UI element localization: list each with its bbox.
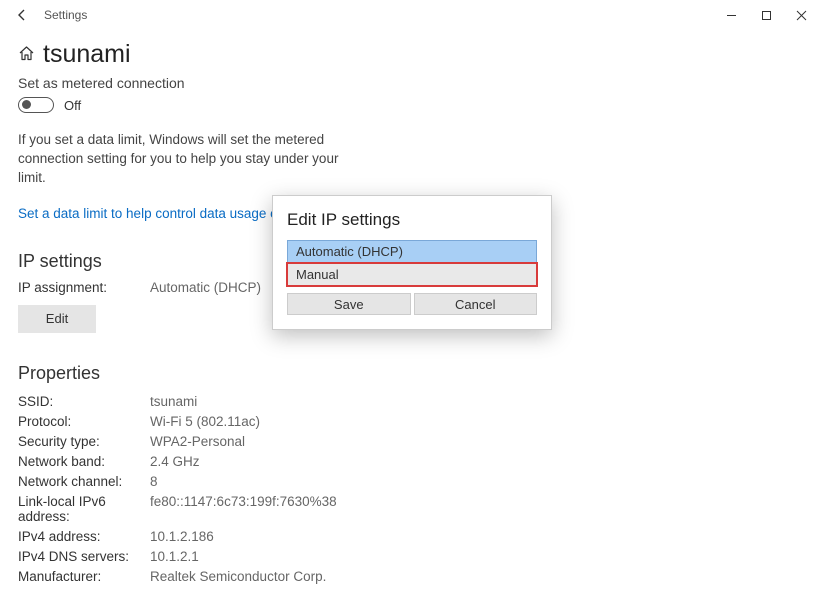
cancel-button[interactable]: Cancel (414, 293, 538, 315)
property-row: Manufacturer:Realtek Semiconductor Corp. (18, 569, 809, 584)
property-row: Link-local IPv6 address:fe80::1147:6c73:… (18, 494, 809, 524)
property-value: WPA2-Personal (150, 434, 245, 449)
titlebar: Settings (0, 0, 827, 30)
arrow-left-icon (15, 8, 29, 22)
ip-option-automatic[interactable]: Automatic (DHCP) (287, 240, 537, 263)
property-label: Network channel: (18, 474, 150, 489)
property-value: tsunami (150, 394, 197, 409)
property-row: Network channel:8 (18, 474, 809, 489)
ip-assignment-label: IP assignment: (18, 280, 150, 295)
property-label: IPv4 DNS servers: (18, 549, 150, 564)
maximize-icon (761, 10, 772, 21)
dialog-title: Edit IP settings (287, 210, 537, 230)
ip-assignment-value: Automatic (DHCP) (150, 280, 261, 295)
network-header: tsunami (18, 40, 809, 69)
property-label: IPv4 address: (18, 529, 150, 544)
property-value: 8 (150, 474, 158, 489)
close-icon (796, 10, 807, 21)
properties-list: SSID:tsunamiProtocol:Wi-Fi 5 (802.11ac)S… (18, 394, 809, 584)
window-title: Settings (44, 8, 87, 22)
property-label: Link-local IPv6 address: (18, 494, 150, 524)
edit-ip-button[interactable]: Edit (18, 305, 96, 333)
property-row: Security type:WPA2-Personal (18, 434, 809, 449)
metered-toggle[interactable] (18, 97, 54, 113)
property-label: Protocol: (18, 414, 150, 429)
property-row: Protocol:Wi-Fi 5 (802.11ac) (18, 414, 809, 429)
property-value: Wi-Fi 5 (802.11ac) (150, 414, 260, 429)
maximize-button[interactable] (749, 1, 784, 29)
property-label: SSID: (18, 394, 150, 409)
property-value: 10.1.2.1 (150, 549, 199, 564)
back-button[interactable] (8, 1, 36, 29)
properties-heading: Properties (18, 363, 809, 384)
minimize-icon (726, 10, 737, 21)
window-controls (714, 1, 819, 29)
minimize-button[interactable] (714, 1, 749, 29)
save-button[interactable]: Save (287, 293, 411, 315)
property-row: Network band:2.4 GHz (18, 454, 809, 469)
home-icon[interactable] (18, 45, 35, 65)
metered-connection-label: Set as metered connection (18, 75, 809, 91)
property-label: Network band: (18, 454, 150, 469)
property-row: IPv4 address:10.1.2.186 (18, 529, 809, 544)
property-row: IPv4 DNS servers:10.1.2.1 (18, 549, 809, 564)
dialog-button-row: Save Cancel (287, 293, 537, 315)
property-row: SSID:tsunami (18, 394, 809, 409)
metered-help-text: If you set a data limit, Windows will se… (18, 131, 358, 188)
property-label: Manufacturer: (18, 569, 150, 584)
property-value: fe80::1147:6c73:199f:7630%38 (150, 494, 337, 524)
network-name: tsunami (43, 40, 131, 69)
property-value: Realtek Semiconductor Corp. (150, 569, 326, 584)
property-value: 2.4 GHz (150, 454, 200, 469)
ip-option-manual[interactable]: Manual (287, 263, 537, 286)
toggle-state-label: Off (64, 98, 81, 113)
toggle-knob (22, 100, 31, 109)
edit-ip-dialog: Edit IP settings Automatic (DHCP) Manual… (272, 195, 552, 330)
metered-toggle-row: Off (18, 97, 809, 113)
property-value: 10.1.2.186 (150, 529, 214, 544)
close-button[interactable] (784, 1, 819, 29)
property-label: Security type: (18, 434, 150, 449)
